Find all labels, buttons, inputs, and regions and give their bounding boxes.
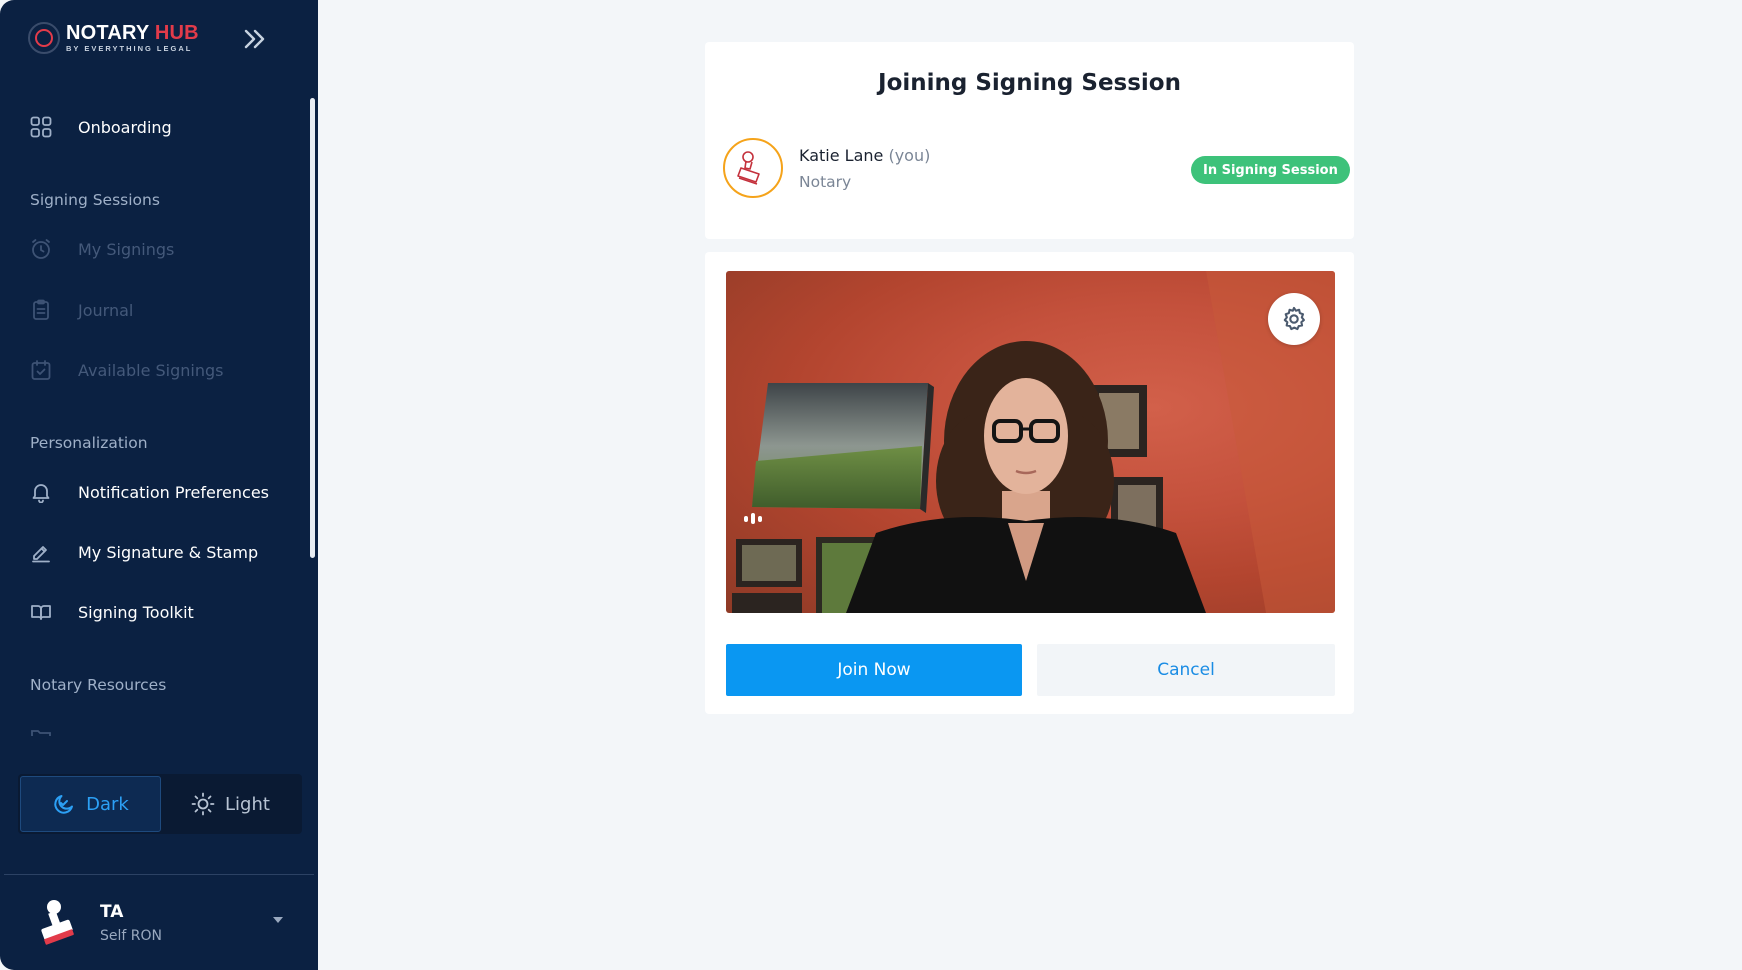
theme-dark-label: Dark [86, 793, 129, 815]
participant-row: Katie Lane (you) Notary [723, 138, 930, 198]
sidebar-item-label: My Signature & Stamp [78, 542, 259, 562]
sidebar-item-label: Available Signings [78, 360, 224, 380]
section-title-personalization: Personalization [30, 434, 148, 452]
sidebar-item-available-signings[interactable]: Available Signings [28, 356, 223, 384]
clipboard-icon [28, 297, 54, 323]
sidebar-item-signature-stamp[interactable]: My Signature & Stamp [28, 538, 258, 566]
camera-preview [726, 271, 1335, 613]
user-initials: TA [100, 902, 124, 922]
sidebar-divider [4, 874, 314, 875]
sidebar-item-journal[interactable]: Journal [28, 296, 133, 324]
status-badge: In Signing Session [1191, 156, 1350, 184]
sidebar-item-notification-preferences[interactable]: Notification Preferences [28, 478, 269, 506]
stamp-avatar-icon [41, 900, 74, 945]
video-preview-card: Join Now Cancel [705, 252, 1354, 714]
sidebar-item-my-signings[interactable]: My Signings [28, 235, 174, 263]
action-buttons: Join Now Cancel [726, 644, 1335, 696]
camera-feed-image [732, 271, 1335, 613]
logo-subtitle: BY EVERYTHING LEGAL [66, 44, 193, 54]
sidebar-item-label: Onboarding [78, 117, 172, 137]
caret-down-icon [273, 917, 283, 923]
section-title-notary-resources: Notary Resources [30, 676, 167, 694]
participant-avatar [723, 138, 783, 198]
session-header-card: Joining Signing Session Katie Lane (you)… [705, 42, 1354, 239]
theme-light-label: Light [225, 793, 270, 815]
sidebar-item-label: Signing Toolkit [78, 602, 194, 622]
expand-sidebar-button[interactable] [240, 24, 270, 54]
audio-level-indicator [744, 513, 762, 524]
user-menu[interactable]: TA Self RON [0, 876, 318, 970]
moon-icon [54, 795, 74, 814]
sun-icon [191, 792, 215, 816]
bell-icon [28, 479, 54, 505]
notary-stamp-icon [737, 151, 760, 185]
theme-light-button[interactable]: Light [161, 776, 300, 832]
theme-dark-button[interactable]: Dark [20, 776, 161, 832]
logo-icon [28, 22, 60, 54]
sidebar-item-label: Notification Preferences [78, 482, 269, 502]
participant-role: Notary [799, 172, 852, 191]
cancel-button[interactable]: Cancel [1037, 644, 1335, 696]
sidebar-item-label: My Signings [78, 239, 175, 259]
double-chevron-right-icon [244, 29, 265, 49]
logo-title: NOTARY HUB [66, 22, 199, 45]
book-icon [28, 599, 54, 625]
pen-icon [28, 539, 54, 565]
section-title-signing-sessions: Signing Sessions [30, 191, 160, 209]
sidebar-item-label: Journal [78, 300, 134, 320]
sidebar-item-signing-toolkit[interactable]: Signing Toolkit [28, 598, 194, 626]
alarm-clock-icon [28, 236, 54, 262]
page-title: Joining Signing Session [878, 70, 1181, 96]
join-now-button[interactable]: Join Now [726, 644, 1022, 696]
gear-icon [1283, 306, 1305, 331]
folder-icon [31, 730, 51, 736]
sidebar-scrollbar[interactable] [310, 98, 315, 558]
participant-name: Katie Lane (you) [799, 145, 931, 165]
calendar-check-icon [28, 357, 54, 383]
app-window: NOTARY HUB BY EVERYTHING LEGAL Onboardin… [0, 0, 1742, 970]
sidebar-item-partially-hidden[interactable] [30, 726, 230, 736]
theme-toggle: Dark Light [18, 774, 302, 834]
user-role: Self RON [100, 928, 162, 944]
camera-settings-button[interactable] [1268, 293, 1320, 345]
sidebar: NOTARY HUB BY EVERYTHING LEGAL Onboardin… [0, 0, 318, 970]
app-logo[interactable]: NOTARY HUB BY EVERYTHING LEGAL [28, 22, 199, 54]
sidebar-item-onboarding[interactable]: Onboarding [28, 113, 172, 141]
grid-icon [28, 114, 54, 140]
